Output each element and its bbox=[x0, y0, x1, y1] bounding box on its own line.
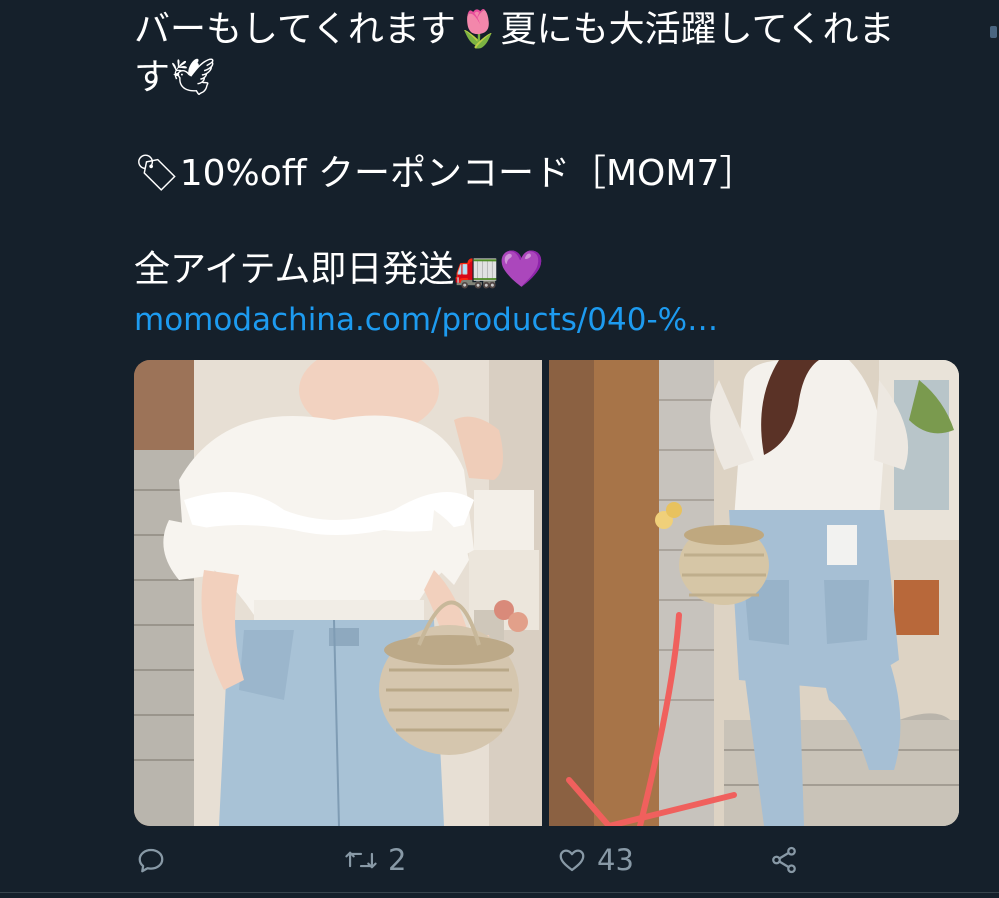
tweet-text-shipping: 全アイテム即日発送🚛💜 bbox=[134, 249, 545, 290]
like-button[interactable]: 43 bbox=[557, 836, 634, 884]
tweet-text-coupon: 🏷10%off クーポンコード［MOM7］ bbox=[134, 153, 756, 194]
reply-button[interactable] bbox=[136, 836, 166, 884]
scrollbar-thumb[interactable] bbox=[990, 26, 997, 38]
retweet-button[interactable]: 2 bbox=[344, 836, 406, 884]
tweet-media-grid bbox=[134, 360, 959, 826]
heart-icon bbox=[559, 849, 585, 872]
comment-icon bbox=[138, 848, 164, 873]
share-icon bbox=[772, 846, 796, 874]
retweet-icon bbox=[345, 851, 377, 869]
line-break bbox=[134, 102, 964, 150]
tweet-divider bbox=[0, 892, 999, 893]
tweet-body: バーもしてくれます🌷夏にも大活躍してくれま す🕊 🏷10%off クーポンコード… bbox=[134, 6, 964, 344]
product-photo-front[interactable] bbox=[134, 360, 542, 826]
tweet-text-line-1: バーもしてくれます🌷夏にも大活躍してくれま bbox=[134, 9, 895, 50]
line-break bbox=[134, 198, 964, 246]
share-button[interactable] bbox=[769, 836, 799, 884]
tweet-text-line-2: す🕊 bbox=[134, 57, 216, 98]
like-count: 43 bbox=[597, 843, 634, 877]
product-photo-back[interactable] bbox=[549, 360, 959, 826]
tweet-link[interactable]: momodachina.com/products/040-%… bbox=[134, 296, 964, 344]
retweet-count: 2 bbox=[388, 843, 407, 877]
tweet-action-bar: 2 43 bbox=[0, 836, 999, 884]
